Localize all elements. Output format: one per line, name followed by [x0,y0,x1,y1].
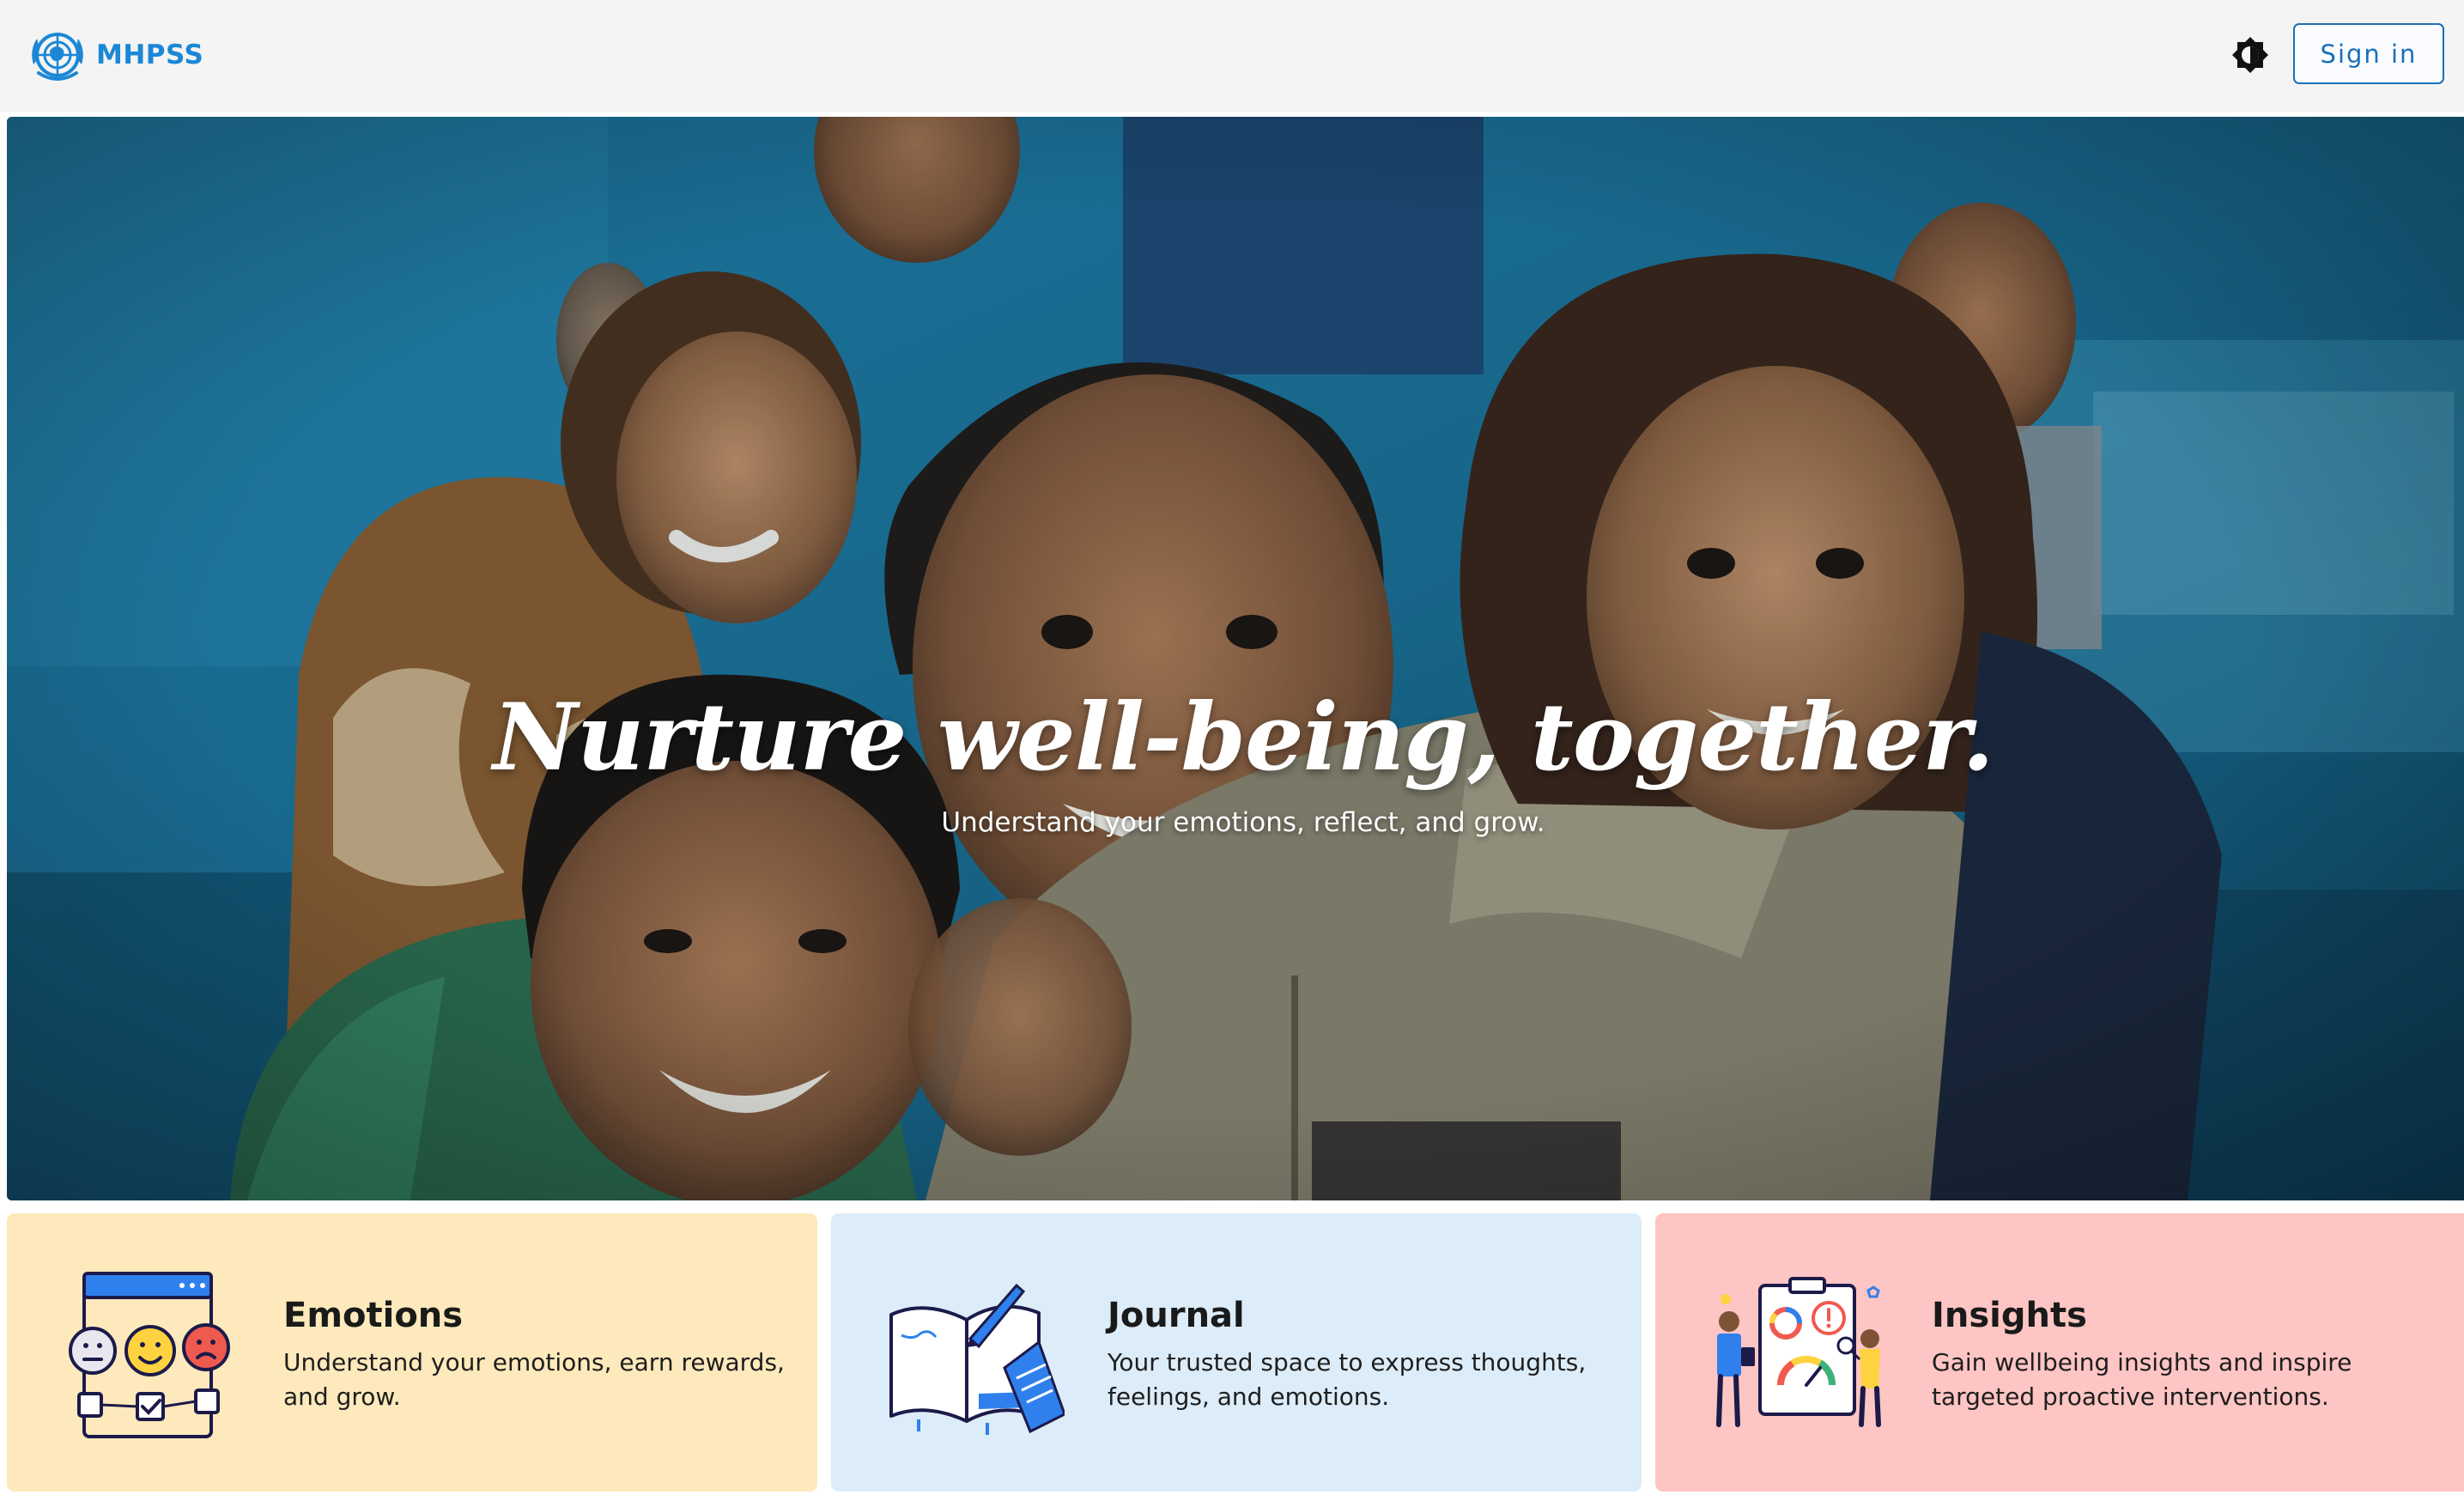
hero-banner: Nurture well-being, together. Understand… [7,117,2464,1200]
emotion-faces-icon [69,1272,230,1438]
insights-card-description: Gain wellbeing insights and inspire targ… [1932,1348,2352,1411]
brand-name: MHPSS [96,39,204,70]
insights-card-title: Insights [1932,1296,2087,1335]
emotions-card-description: Understand your emotions, earn rewards, … [283,1348,785,1411]
journal-notebook-icon [889,1283,1065,1435]
hero-title: Nurture well-being, together. [493,684,1994,792]
journal-card[interactable]: Journal Your trusted space to express th… [831,1213,1642,1492]
analytics-dashboard-icon [1716,1277,1881,1427]
journal-card-title: Journal [1108,1296,1245,1335]
hero-children-photo [7,117,2464,1200]
top-navbar: MHPSS Sign in [0,0,2464,112]
hero-subtitle: Understand your emotions, reflect, and g… [941,807,1545,838]
insights-card[interactable]: Insights Gain wellbeing insights and ins… [1655,1213,2464,1492]
emotions-card[interactable]: Emotions Understand your emotions, earn … [7,1213,817,1492]
journal-card-description: Your trusted space to express thoughts, … [1108,1348,1587,1411]
emotions-card-title: Emotions [283,1296,464,1335]
brightness-icon[interactable] [2230,34,2271,76]
sign-in-button[interactable]: Sign in [2293,23,2444,84]
un-emblem-icon [32,33,83,81]
brand-home-link[interactable]: MHPSS [27,26,203,84]
